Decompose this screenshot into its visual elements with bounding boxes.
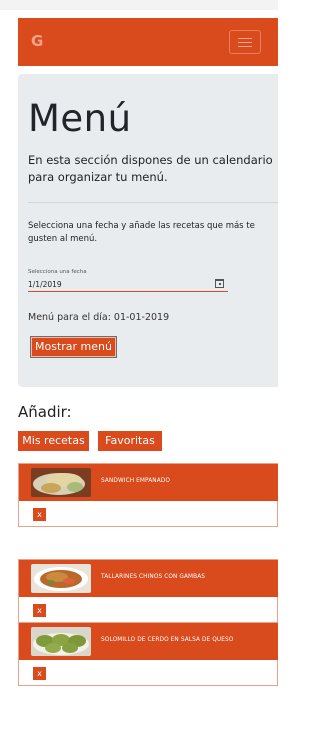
recipe-image [31,627,91,656]
brand-logo[interactable]: G [31,32,43,50]
calendar-icon[interactable] [215,279,224,288]
recipe-card: TALLARINES CHINOS CON GAMBAS x [18,559,278,623]
date-value: 1/1/2019 [28,280,62,289]
menu-date-text: Menú para el día: 01-01-2019 [28,312,170,323]
remove-recipe-button[interactable]: x [33,667,46,680]
recipe-card: SOLOMILLO DE CERDO EN SALSA DE QUESO x [18,622,278,686]
info-text: Selecciona una fecha y añade las recetas… [28,221,255,244]
date-input[interactable]: 1/1/2019 [28,277,228,292]
hamburger-icon [238,42,252,43]
recipe-card: SANDWICH EMPANADO x [18,463,278,527]
my-recipes-button[interactable]: Mis recetas [18,431,89,451]
recipe-image [31,468,91,497]
date-label: Selecciona una fecha [28,269,87,275]
divider [28,202,278,203]
add-heading: Añadir: [18,403,72,421]
menu-jumbotron: Menú En esta sección dispones de un cale… [18,74,278,387]
favorites-button[interactable]: Favoritas [98,431,162,451]
recipe-card-header: TALLARINES CHINOS CON GAMBAS [19,560,278,597]
navbar: G [18,18,278,66]
recipe-card-header: SOLOMILLO DE CERDO EN SALSA DE QUESO [19,623,278,660]
remove-recipe-button[interactable]: x [33,508,46,521]
recipe-name: SANDWICH EMPANADO [101,478,171,484]
recipe-image [31,564,91,593]
hamburger-icon [238,46,252,47]
lead-text: En esta sección dispones de un calendari… [28,153,273,184]
browser-top-strip [0,0,278,10]
page-title: Menú [28,97,132,140]
show-menu-button[interactable]: Mostrar menú [30,336,117,358]
hamburger-icon [238,38,252,39]
menu-toggle-button[interactable] [229,30,261,54]
remove-recipe-button[interactable]: x [33,604,46,617]
recipe-name: SOLOMILLO DE CERDO EN SALSA DE QUESO [101,637,234,643]
recipe-card-header: SANDWICH EMPANADO [19,464,278,501]
recipe-name: TALLARINES CHINOS CON GAMBAS [101,574,206,580]
